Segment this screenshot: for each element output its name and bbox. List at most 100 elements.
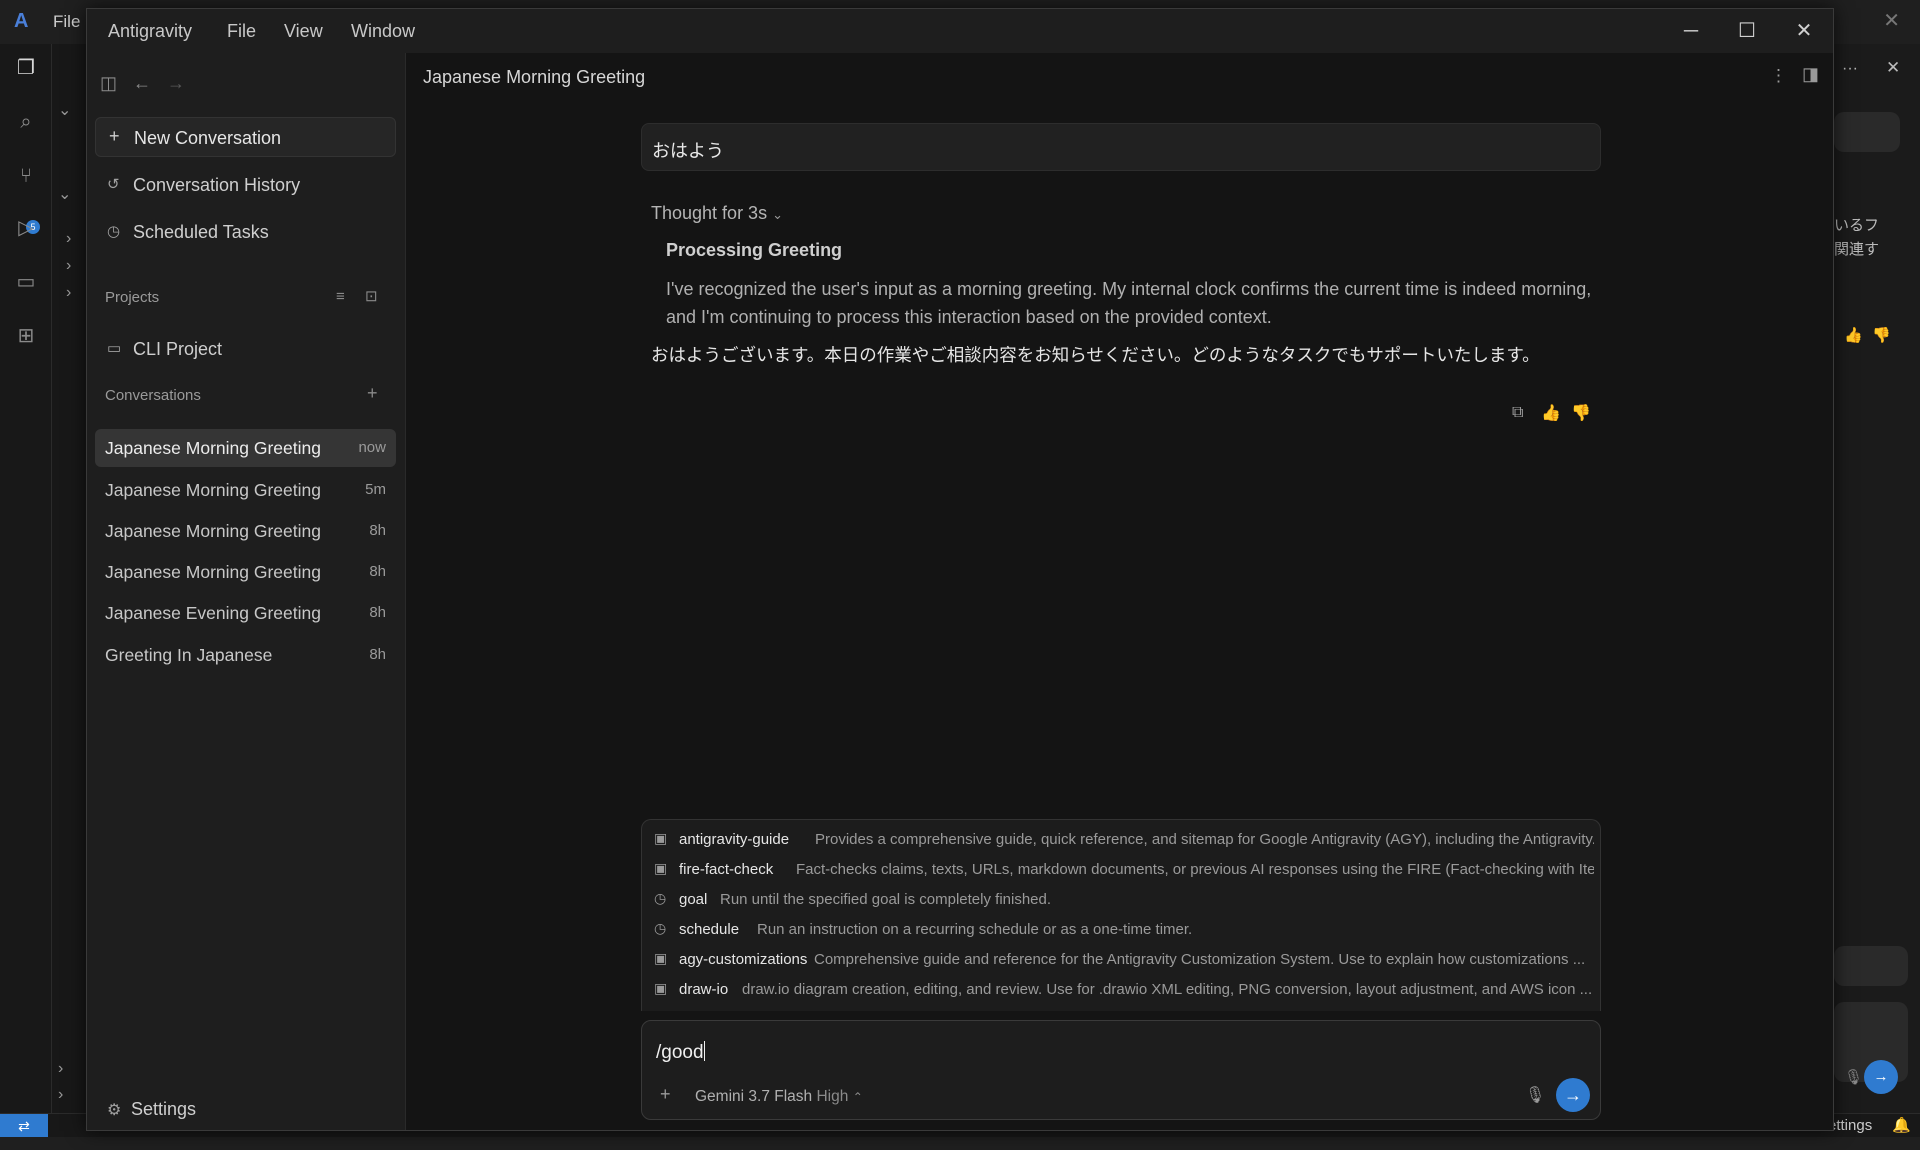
suggestion-name: antigravity-guide [679, 831, 790, 848]
chat-input[interactable]: /good [656, 1041, 705, 1064]
conversation-title: Japanese Evening Greeting [105, 603, 321, 623]
project-name: CLI Project [133, 339, 223, 359]
send-button[interactable]: → [1556, 1078, 1590, 1112]
thought-label: Thought for 3s [651, 203, 768, 223]
conversation-time: 8h [369, 522, 386, 539]
text-caret [703, 1041, 705, 1061]
extensions-icon[interactable]: ⊞ [14, 324, 38, 348]
menu-view[interactable]: View [284, 21, 323, 42]
copy-icon[interactable]: ⧉ [1512, 404, 1523, 422]
window-titlebar: Antigravity File View Window ─ ☐ ✕ [87, 9, 1833, 53]
chat-input-box[interactable]: /good + Gemini 3.7 Flash High ⌃ 🎙 → [641, 1020, 1601, 1120]
conversation-item[interactable]: Japanese Morning Greeting 5m [95, 471, 396, 509]
conversation-item[interactable]: Japanese Morning Greeting now [95, 429, 396, 467]
menu-file[interactable]: File [227, 21, 256, 42]
more-options-icon[interactable]: ⋮ [1770, 66, 1787, 86]
minimize-icon[interactable]: ─ [1671, 17, 1711, 45]
command-suggestions: ▣ antigravity-guide Provides a comprehen… [641, 819, 1601, 1011]
bg-thumbs-down-icon[interactable]: 👎 [1872, 326, 1891, 344]
toggle-panel-icon[interactable]: ◨ [1802, 64, 1819, 85]
bg-more-icon[interactable]: ··· [1842, 60, 1858, 78]
conversation-item[interactable]: Japanese Morning Greeting 8h [95, 512, 396, 550]
bg-menu-file[interactable]: File [53, 12, 80, 32]
bg-chevron-icon: › [66, 257, 72, 274]
conversation-item[interactable]: Greeting In Japanese 8h [95, 636, 396, 674]
chevron-up-icon: ⌃ [852, 1090, 863, 1104]
run-debug-icon[interactable]: ▷ [14, 216, 38, 240]
bg-chevron-icon: › [58, 1060, 64, 1077]
conversation-title: Japanese Morning Greeting [105, 521, 321, 541]
conversation-item[interactable]: Japanese Evening Greeting 8h [95, 594, 396, 632]
folder-icon: ▭ [107, 340, 122, 357]
bg-chevron-icon: › [58, 1086, 64, 1103]
clock-icon: ◷ [107, 223, 121, 240]
new-folder-icon[interactable]: ⊡ [365, 287, 378, 305]
suggestion-description: Comprehensive guide and reference for th… [814, 951, 1586, 968]
conversation-history-item[interactable]: ↺ Conversation History [95, 167, 396, 203]
scheduled-tasks-label: Scheduled Tasks [133, 222, 269, 242]
bg-send-icon[interactable]: → [1864, 1060, 1898, 1094]
forward-icon[interactable]: → [167, 73, 185, 94]
suggestion-item[interactable]: ◷ schedule Run an instruction on a recur… [654, 915, 1594, 945]
model-selector[interactable]: Gemini 3.7 Flash High ⌃ [695, 1088, 863, 1106]
settings-label: Settings [131, 1099, 197, 1119]
conversation-time: 5m [365, 481, 386, 498]
suggestion-item[interactable]: ▣ agy-customizations Comprehensive guide… [654, 945, 1594, 975]
bg-chevron-icon: ⌄ [58, 186, 72, 203]
remote-indicator-icon[interactable]: ⇄ [0, 1114, 48, 1138]
processing-body: I've recognized the user's input as a mo… [666, 279, 1592, 327]
clock-icon: ◷ [654, 890, 667, 906]
conversation-time: 8h [369, 563, 386, 580]
thumbs-up-icon[interactable]: 👍 [1541, 403, 1561, 423]
bg-close-icon[interactable]: ✕ [1883, 8, 1900, 33]
projects-heading: Projects [105, 289, 160, 306]
bg-chat-box [1834, 946, 1908, 986]
skill-icon: ▣ [654, 860, 668, 876]
bg-thumbs-up-icon[interactable]: 👍 [1844, 326, 1863, 344]
project-item[interactable]: ▭ CLI Project [95, 331, 396, 367]
maximize-icon[interactable]: ☐ [1727, 17, 1767, 45]
model-name: Gemini 3.7 Flash [695, 1088, 813, 1105]
conversation-time: now [358, 439, 386, 456]
chat-title: Japanese Morning Greeting [423, 67, 646, 87]
mic-icon[interactable]: 🎙 [1525, 1085, 1545, 1105]
conversation-sidebar: ◫ ← → + New Conversation ↺ Conversation … [87, 53, 406, 1130]
skill-icon: ▣ [654, 980, 668, 996]
bg-close-panel-icon[interactable]: ✕ [1886, 58, 1900, 78]
toggle-sidebar-icon[interactable]: ◫ [100, 73, 117, 94]
chevron-down-icon: ⌄ [772, 207, 783, 222]
scheduled-tasks-item[interactable]: ◷ Scheduled Tasks [95, 214, 396, 250]
plus-icon: + [109, 126, 120, 146]
thumbs-down-icon[interactable]: 👎 [1571, 403, 1591, 423]
filter-icon[interactable]: ≡ [336, 288, 345, 305]
source-control-icon[interactable]: ⑂ [14, 164, 38, 188]
menu-window[interactable]: Window [351, 21, 415, 42]
skill-icon: ▣ [654, 950, 668, 966]
suggestion-description: Provides a comprehensive guide, quick re… [815, 831, 1594, 848]
thought-toggle[interactable]: Thought for 3s ⌄ [651, 203, 783, 224]
suggestion-item[interactable]: ◷ goal Run until the specified goal is c… [654, 885, 1594, 915]
suggestion-item[interactable]: ▣ antigravity-guide Provides a comprehen… [654, 825, 1594, 855]
chat-input-value: /good [656, 1042, 704, 1063]
add-conversation-icon[interactable]: + [367, 383, 378, 404]
back-icon[interactable]: ← [133, 73, 151, 94]
suggestion-name: goal [679, 891, 708, 908]
suggestion-item[interactable]: ▣ draw-io draw.io diagram creation, edit… [654, 975, 1594, 1005]
suggestion-item[interactable]: ▣ fire-fact-check Fact-checks claims, te… [654, 855, 1594, 885]
attach-plus-icon[interactable]: + [660, 1084, 671, 1105]
bell-icon[interactable]: 🔔 [1892, 1116, 1911, 1134]
conversation-title: Japanese Morning Greeting [105, 438, 321, 458]
bg-chevron-icon: ⌄ [58, 102, 72, 119]
search-icon[interactable]: ⌕ [14, 110, 38, 134]
close-icon[interactable]: ✕ [1784, 17, 1824, 45]
conversation-time: 8h [369, 646, 386, 663]
suggestion-description: Run an instruction on a recurring schedu… [757, 921, 1193, 938]
conversation-item[interactable]: Japanese Morning Greeting 8h [95, 553, 396, 591]
explorer-icon[interactable]: ❐ [14, 56, 38, 80]
bg-mic-icon[interactable]: 🎙 [1844, 1068, 1863, 1086]
remote-explorer-icon[interactable]: ▭ [14, 270, 38, 294]
conversation-title: Greeting In Japanese [105, 645, 273, 665]
menu-antigravity[interactable]: Antigravity [108, 21, 192, 42]
new-conversation-button[interactable]: + New Conversation [95, 117, 396, 157]
skill-icon: ▣ [654, 830, 668, 846]
